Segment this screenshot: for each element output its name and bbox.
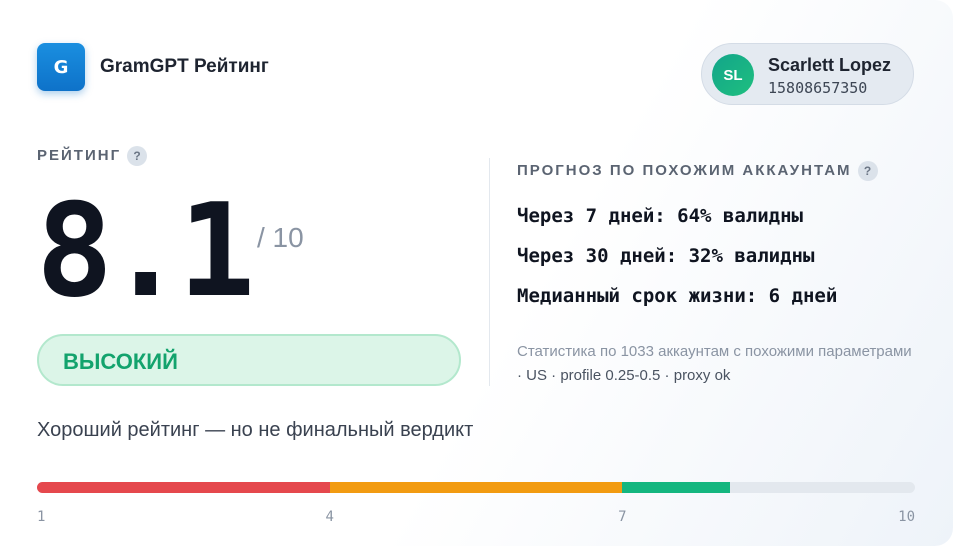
rating-score-max: / 10 <box>257 222 304 253</box>
rating-scale-bar <box>37 482 915 493</box>
user-account-chip[interactable]: SL Scarlett Lopez 15808657350 <box>701 43 914 105</box>
app-logo: G <box>37 43 85 91</box>
forecast-7-days: Через 7 дней: 64% валидны <box>517 205 803 227</box>
user-phone: 15808657350 <box>768 79 868 97</box>
rating-verdict: Хороший рейтинг — но не финальный вердик… <box>37 419 474 441</box>
scale-tick-label: 1 <box>37 509 46 525</box>
scale-tick-label: 4 <box>325 509 334 525</box>
stats-text: Статистика по 1033 аккаунтам с похожими … <box>517 343 912 360</box>
avatar-initials: SL <box>723 66 743 84</box>
forecast-median-lifetime: Медианный срок жизни: 6 дней <box>517 285 838 307</box>
scale-segment-1 <box>37 482 330 493</box>
forecast-section-label: ПРОГНОЗ ПО ПОХОЖИМ АККАУНТАМ? <box>517 161 878 181</box>
rating-level-badge: ВЫСОКИЙ <box>37 334 461 386</box>
rating-label: РЕЙТИНГ <box>37 146 122 164</box>
app-title: GramGPT Рейтинг <box>100 56 269 77</box>
forecast-stats: Статистика по 1033 аккаунтам с похожими … <box>517 340 917 388</box>
rating-score: 8.1 <box>36 177 255 326</box>
scale-segment-3 <box>622 482 730 493</box>
rating-help-icon[interactable]: ? <box>127 146 148 166</box>
scale-segment-2 <box>329 482 623 493</box>
scale-tick-label: 10 <box>898 509 915 525</box>
user-name: Scarlett Lopez <box>768 55 892 75</box>
stats-meta: · US · profile 0.25-0.5 · proxy ok <box>517 367 731 384</box>
rating-card: G GramGPT Рейтинг SL Scarlett Lopez 1580… <box>0 0 953 546</box>
logo-letter: G <box>53 56 69 78</box>
avatar: SL <box>712 54 754 96</box>
scale-tick-label: 7 <box>618 509 627 525</box>
forecast-label: ПРОГНОЗ ПО ПОХОЖИМ АККАУНТАМ <box>517 161 852 179</box>
section-divider <box>489 158 490 386</box>
rating-level-text: ВЫСОКИЙ <box>63 349 178 374</box>
rating-section-label: РЕЙТИНГ? <box>37 146 148 166</box>
forecast-30-days: Через 30 дней: 32% валидны <box>517 245 815 267</box>
forecast-help-icon[interactable]: ? <box>857 161 878 181</box>
